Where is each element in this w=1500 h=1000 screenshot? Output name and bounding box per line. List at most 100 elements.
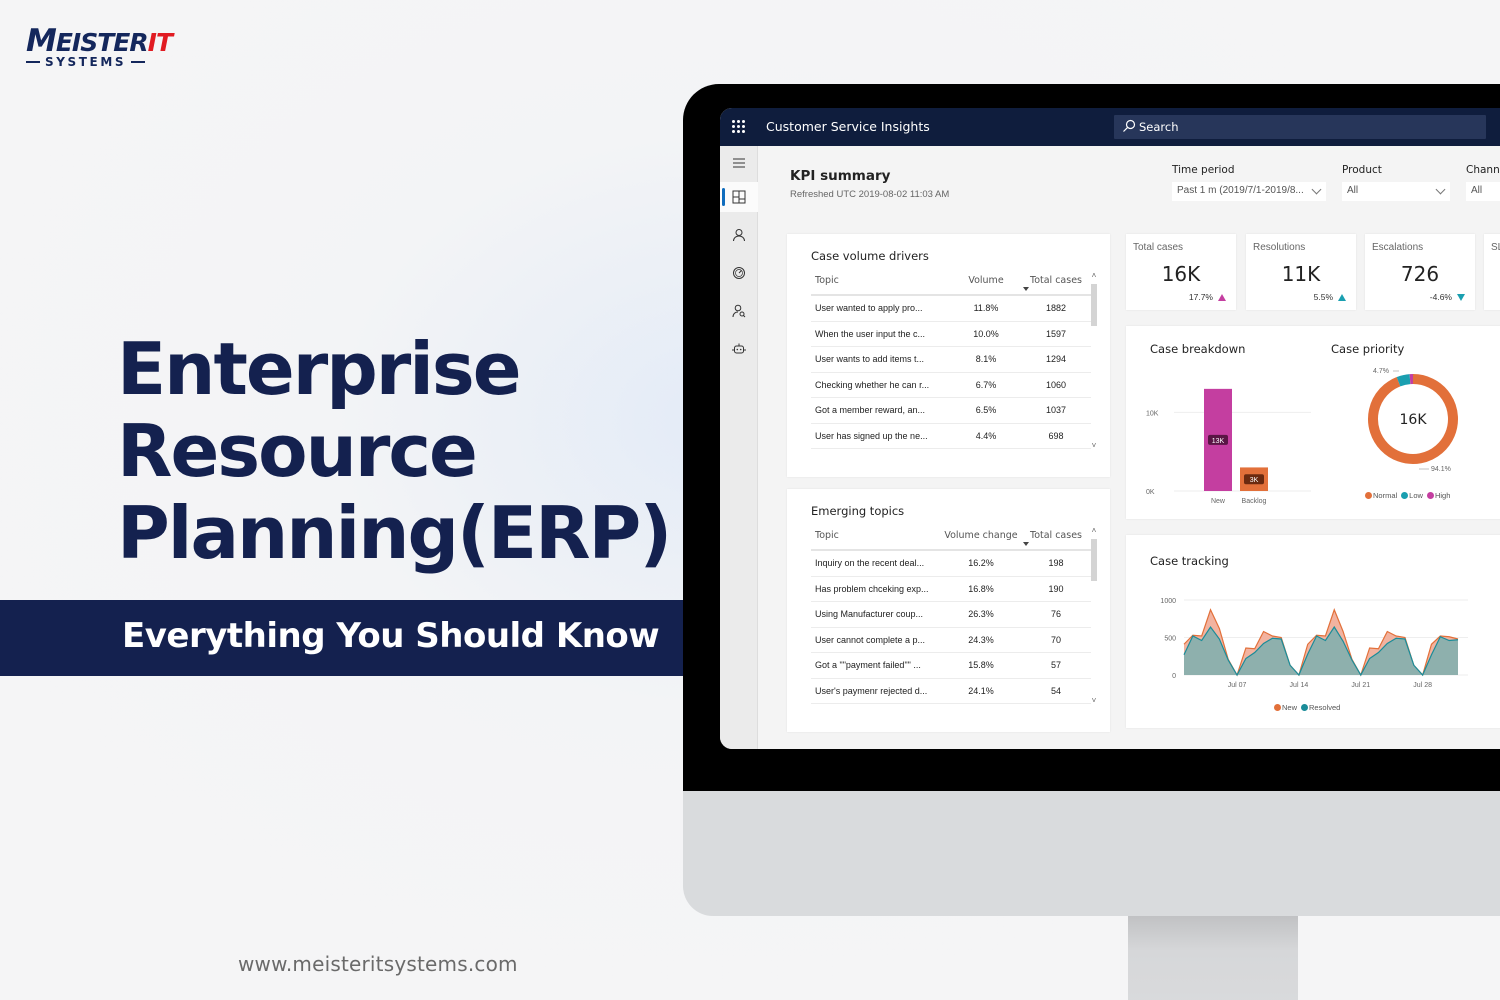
legend-item-new[interactable]: New: [1274, 703, 1297, 712]
person-icon: [733, 229, 745, 242]
case-volume-drivers-card: Case volume drivers Topic Volume Total c…: [787, 234, 1110, 477]
legend-item-low[interactable]: Low: [1401, 491, 1423, 500]
kpi-delta: -4.6%: [1430, 292, 1465, 302]
cell-total-cases: 698: [1048, 430, 1064, 441]
table-row[interactable]: User wants to add items t... 8.1% 1294: [811, 347, 1091, 373]
chart-title: Case breakdown: [1150, 342, 1246, 356]
kpi-delta: 17.7%: [1189, 292, 1226, 302]
cell-total-cases: 76: [1050, 609, 1061, 620]
product-dropdown[interactable]: All: [1342, 182, 1450, 201]
search-icon: [1123, 119, 1136, 132]
legend-item-normal[interactable]: Normal: [1365, 491, 1397, 500]
y-tick-label: 0: [1172, 673, 1176, 680]
cell-total-cases: 190: [1048, 583, 1064, 594]
sort-descending-icon: [1023, 542, 1029, 546]
left-nav: [720, 146, 758, 749]
kpi-tile-resolutions[interactable]: Resolutions 11K 5.5%: [1246, 234, 1356, 310]
legend-item-resolved[interactable]: Resolved: [1301, 703, 1340, 712]
monitor-chin: [683, 790, 1500, 916]
cell-percent: 15.8%: [968, 660, 994, 671]
app-launcher-icon[interactable]: [732, 120, 745, 133]
nav-item-dashboard[interactable]: [720, 182, 758, 212]
kpi-tile-escalations[interactable]: Escalations 726 -4.6%: [1365, 234, 1475, 310]
table-row[interactable]: User wanted to apply pro... 11.8% 1882: [811, 296, 1091, 322]
gauge-icon: [733, 267, 745, 279]
time-period-dropdown[interactable]: Past 1 m (2019/7/1-2019/8...: [1172, 182, 1326, 201]
table-row[interactable]: User cannot complete a p... 24.3% 70: [811, 628, 1091, 653]
cell-percent: 8.1%: [975, 354, 997, 365]
column-header-volume-change[interactable]: Volume change: [941, 527, 1021, 549]
website-url[interactable]: www.meisteritsystems.com: [238, 952, 518, 976]
trend-up-icon: [1218, 293, 1226, 301]
cell-topic: User wanted to apply pro...: [815, 303, 923, 314]
cell-total-cases: 1882: [1045, 303, 1067, 314]
emerging-topics-card: Emerging topics Topic Volume change Tota…: [787, 489, 1110, 732]
chevron-down-icon: [1311, 184, 1322, 195]
table-row[interactable]: User has signed up the ne... 4.4% 698: [811, 424, 1091, 449]
table-row[interactable]: Got a ""payment failed"" ... 15.8% 57: [811, 653, 1091, 679]
table-row[interactable]: When the user input the c... 10.0% 1597: [811, 322, 1091, 347]
company-logo: MEISTERIT SYSTEMS: [26, 26, 173, 69]
cell-total-cases: 1294: [1045, 354, 1067, 365]
page-title: KPI summary: [790, 168, 891, 184]
sort-descending-icon: [1023, 287, 1029, 291]
column-header-volume[interactable]: Volume: [951, 272, 1021, 294]
legend-item-high[interactable]: High: [1426, 491, 1450, 500]
scroll-down-icon[interactable]: ˅: [1091, 442, 1097, 450]
column-header-total-cases[interactable]: Total cases: [1021, 527, 1091, 549]
cell-topic: Inquiry on the recent deal...: [815, 558, 925, 569]
hamburger-menu-icon: [733, 158, 745, 168]
table-row[interactable]: Got a member reward, an... 6.5% 1037: [811, 398, 1091, 424]
table-scrollbar[interactable]: ˄ ˅: [1091, 527, 1097, 705]
table-row[interactable]: Has problem chceking exp... 16.8% 190: [811, 577, 1091, 602]
cell-percent: 16.8%: [968, 583, 994, 594]
search-input[interactable]: Search: [1114, 115, 1486, 139]
donut-slice-low[interactable]: [1396, 374, 1411, 387]
cell-topic: User has signed up the ne...: [815, 430, 928, 441]
table-row[interactable]: Inquiry on the recent deal... 16.2% 198: [811, 551, 1091, 577]
kpi-label: Resolutions: [1253, 242, 1306, 253]
scroll-thumb[interactable]: [1091, 539, 1097, 581]
filter-label: Time period: [1172, 164, 1235, 176]
filter-channel: Channe All: [1466, 164, 1500, 201]
cell-topic: User wants to add items t...: [815, 354, 925, 365]
kpi-value: 726: [1400, 262, 1440, 286]
scroll-up-icon[interactable]: ˄: [1091, 527, 1097, 535]
table-row[interactable]: User's paymenr rejected d... 24.1% 54: [811, 679, 1091, 704]
scroll-up-icon[interactable]: ˄: [1091, 272, 1097, 280]
kpi-tile-total-cases[interactable]: Total cases 16K 17.7%: [1126, 234, 1236, 310]
table-header: Topic Volume change Total cases: [811, 527, 1091, 551]
kpi-value: 16K: [1161, 262, 1201, 286]
channel-dropdown[interactable]: All: [1466, 182, 1500, 201]
column-header-topic[interactable]: Topic: [811, 527, 941, 549]
hero-title-line: Enterprise: [117, 327, 522, 411]
column-header-total-cases[interactable]: Total cases: [1021, 272, 1091, 294]
cell-topic: Got a member reward, an...: [815, 405, 926, 416]
y-tick-label: 10K: [1146, 410, 1159, 417]
nav-item-performance[interactable]: [720, 258, 758, 288]
table-scrollbar[interactable]: ˄ ˅: [1091, 272, 1097, 450]
chart-title: Case tracking: [1150, 554, 1229, 568]
table-row[interactable]: Checking whether he can r... 6.7% 1060: [811, 373, 1091, 398]
column-label: Total cases: [1030, 275, 1082, 286]
nav-item-bot[interactable]: [720, 334, 758, 364]
nav-menu-toggle[interactable]: [720, 148, 758, 178]
cell-total-cases: 57: [1050, 660, 1061, 671]
table-row[interactable]: Using Manufacturer coup... 26.3% 76: [811, 602, 1091, 628]
cell-percent: 16.2%: [968, 558, 994, 569]
hero-subtitle: Everything You Should Know: [122, 616, 660, 656]
filter-label: Channe: [1466, 164, 1500, 176]
scroll-down-icon[interactable]: ˅: [1091, 697, 1097, 705]
nav-item-customers[interactable]: [720, 220, 758, 250]
column-header-topic[interactable]: Topic: [811, 272, 951, 294]
kpi-tile-sla[interactable]: SL: [1484, 234, 1500, 310]
case-tracking-card: Case tracking 0 500 1000 Jul 07 Jul 14 Jul 21…: [1126, 535, 1500, 728]
data-label: 13K: [1212, 438, 1225, 445]
kpi-delta: 5.5%: [1314, 292, 1346, 302]
x-tick-label: Backlog: [1242, 498, 1267, 505]
logo-dash-right: [131, 61, 146, 63]
dropdown-value: Past 1 m (2019/7/1-2019/8...: [1177, 185, 1304, 196]
nav-item-agents[interactable]: [720, 296, 758, 326]
case-priority-chart: 16K 4.7% 94.1%: [1368, 368, 1458, 471]
scroll-thumb[interactable]: [1091, 284, 1097, 326]
